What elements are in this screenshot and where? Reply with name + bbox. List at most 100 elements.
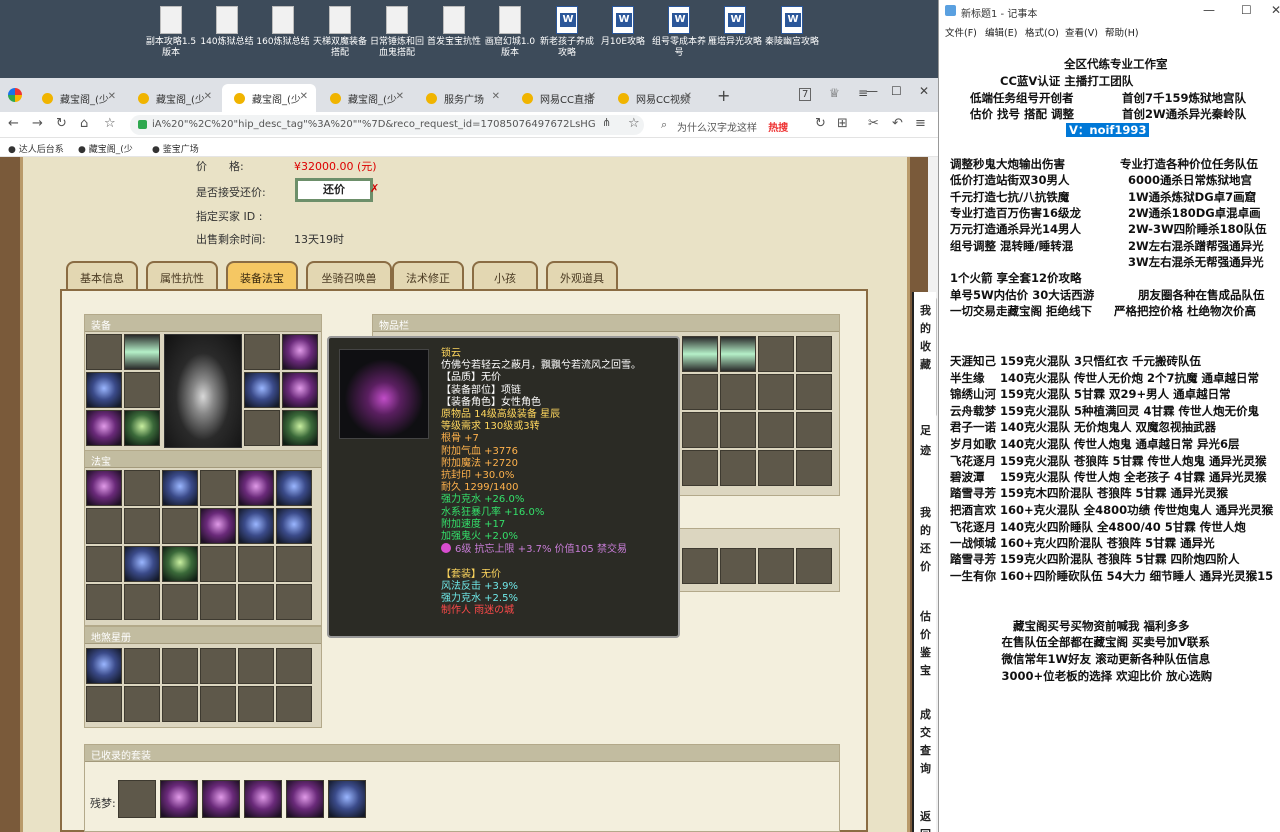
item-slot[interactable] [86, 470, 122, 506]
side-nav-char[interactable]: 宝 [920, 662, 931, 678]
bookmark-item[interactable]: ● 达人后台系 [8, 142, 64, 155]
side-nav-char[interactable]: 询 [920, 760, 931, 776]
bookmark-item[interactable]: ● 藏宝阁_(少 [78, 142, 133, 155]
tab-close-icon[interactable]: ✕ [684, 91, 692, 102]
side-nav-char[interactable]: 鉴 [920, 644, 931, 660]
counter-offer-button[interactable]: 还价 [295, 178, 373, 202]
item-slot[interactable] [282, 372, 318, 408]
side-nav-char[interactable]: 回 [920, 826, 931, 832]
back-icon[interactable]: ← [8, 116, 19, 131]
scissors-icon[interactable]: ✂ [868, 116, 879, 131]
item-slot[interactable] [86, 648, 122, 684]
desktop-icon[interactable]: 新老孩子养成攻略 [540, 6, 594, 59]
tab-close-icon[interactable]: ✕ [588, 91, 596, 102]
undo-icon[interactable]: ↶ [892, 116, 903, 131]
grid-icon[interactable]: ⊞ [837, 116, 848, 131]
content-tab[interactable]: 属性抗性 [146, 261, 218, 289]
item-slot[interactable] [86, 372, 122, 408]
content-tab[interactable]: 法术修正 [392, 261, 464, 289]
browser-tab[interactable]: 服务广场 ✕ [414, 84, 508, 112]
item-slot[interactable] [200, 508, 236, 544]
hot-search-badge[interactable]: 热搜 [768, 123, 788, 134]
notepad-menu-item[interactable]: 格式(O) [1025, 25, 1059, 39]
item-slot[interactable] [238, 508, 274, 544]
desktop-icon[interactable]: 日常锤炼和回血鬼搭配 [370, 6, 424, 59]
maximize-icon[interactable]: ☐ [1241, 3, 1252, 17]
browser-tab[interactable]: 网易CC直播 ✕ [510, 84, 604, 112]
tab-count-badge[interactable]: 7 [799, 88, 812, 101]
side-nav-char[interactable]: 估 [920, 608, 931, 624]
tab-close-icon[interactable]: ✕ [492, 91, 500, 102]
home-icon[interactable]: ⌂ [80, 116, 88, 131]
side-nav-char[interactable]: 查 [920, 742, 931, 758]
browser-tab[interactable]: 藏宝阁_(少 ✕ [30, 84, 124, 112]
side-nav-char[interactable]: 还 [920, 540, 931, 556]
side-nav-char[interactable]: 迹 [920, 442, 931, 458]
content-tab[interactable]: 外观道具 [546, 261, 618, 289]
bookmark-item[interactable]: ● 鉴宝广场 [152, 142, 199, 155]
minimize-icon[interactable]: — [866, 84, 878, 98]
item-slot[interactable] [124, 546, 160, 582]
notepad-menu-item[interactable]: 文件(F) [945, 25, 977, 39]
menu-icon[interactable]: ≡ [915, 116, 926, 131]
item-slot[interactable] [276, 508, 312, 544]
notepad-menu-item[interactable]: 查看(V) [1065, 25, 1098, 39]
side-nav-char[interactable]: 藏 [920, 356, 931, 372]
desktop-icon[interactable]: 160炼狱总结 [256, 6, 310, 48]
forward-icon[interactable]: → [32, 116, 43, 131]
item-slot[interactable] [202, 780, 240, 818]
url-field[interactable]: iA%20"%2C%20"hip_desc_tag"%3A%20""%7D&re… [130, 115, 644, 135]
side-nav-char[interactable]: 的 [920, 522, 931, 538]
desktop-icon[interactable]: 组号零成本养号 [652, 6, 706, 59]
desktop-icon[interactable]: 月10E攻略 [596, 6, 650, 48]
side-nav-char[interactable]: 的 [920, 320, 931, 336]
side-nav-char[interactable]: 价 [920, 626, 931, 642]
browser-tab[interactable]: 藏宝阁_(少 ✕ [318, 84, 412, 112]
content-tab[interactable]: 基本信息 [66, 261, 138, 289]
tab-close-icon[interactable]: ✕ [396, 91, 404, 102]
side-nav-char[interactable]: 交 [920, 724, 931, 740]
item-slot[interactable] [160, 780, 198, 818]
desktop-icon[interactable]: 秦陵幽宫攻略 [765, 6, 819, 48]
item-slot[interactable] [282, 410, 318, 446]
desktop-icon[interactable]: 雁塔异光攻略 [708, 6, 762, 48]
side-nav-char[interactable]: 价 [920, 558, 931, 574]
search-input[interactable]: ⌕ 为什么汉字龙这样 热搜 [655, 115, 805, 135]
tab-close-icon[interactable]: ✕ [204, 91, 212, 102]
content-tab[interactable]: 小孩 [472, 261, 538, 289]
item-slot[interactable] [162, 470, 198, 506]
side-nav-char[interactable]: 我 [920, 504, 931, 520]
favorite-icon[interactable]: ☆ [628, 116, 640, 131]
item-slot[interactable] [276, 470, 312, 506]
notepad-menu-item[interactable]: 编辑(E) [985, 25, 1017, 39]
item-slot[interactable] [124, 334, 160, 370]
maximize-icon[interactable]: ☐ [891, 84, 902, 98]
refresh-icon[interactable]: ↻ [815, 116, 826, 131]
bookmark-star-icon[interactable]: ☆ [104, 116, 116, 131]
side-nav-char[interactable]: 足 [920, 422, 931, 438]
close-icon[interactable]: ✕ [1271, 3, 1280, 17]
tab-close-icon[interactable]: ✕ [108, 91, 116, 102]
item-slot[interactable] [238, 470, 274, 506]
side-nav-char[interactable]: 返 [920, 808, 931, 824]
item-slot[interactable] [86, 410, 122, 446]
share-icon[interactable]: ⋔ [602, 116, 611, 129]
desktop-icon[interactable]: 140炼狱总结 [200, 6, 254, 48]
item-slot[interactable] [244, 780, 282, 818]
item-slot[interactable] [244, 372, 280, 408]
content-tab[interactable]: 坐骑召唤兽 [306, 261, 392, 289]
minimize-icon[interactable]: — [1203, 3, 1215, 17]
new-tab-button[interactable]: + [717, 86, 730, 105]
item-slot[interactable] [162, 546, 198, 582]
browser-tab[interactable]: 藏宝阁_(少 ✕ [126, 84, 220, 112]
item-slot[interactable] [124, 410, 160, 446]
browser-tab[interactable]: 藏宝阁_(少 ✕ [222, 84, 316, 112]
item-slot[interactable] [720, 336, 756, 372]
desktop-icon[interactable]: 天梯双魔装备搭配 [313, 6, 367, 59]
desktop-icon[interactable]: 副本攻略1.5版本 [144, 6, 198, 59]
desktop-icon[interactable]: 首发宝宝抗性 [427, 6, 481, 48]
close-icon[interactable]: ✕ [919, 84, 929, 98]
desktop-icon[interactable]: 画窟幻城1.0版本 [483, 6, 537, 59]
item-slot[interactable] [286, 780, 324, 818]
browser-tab[interactable]: 网易CC视频 ✕ [606, 84, 700, 112]
